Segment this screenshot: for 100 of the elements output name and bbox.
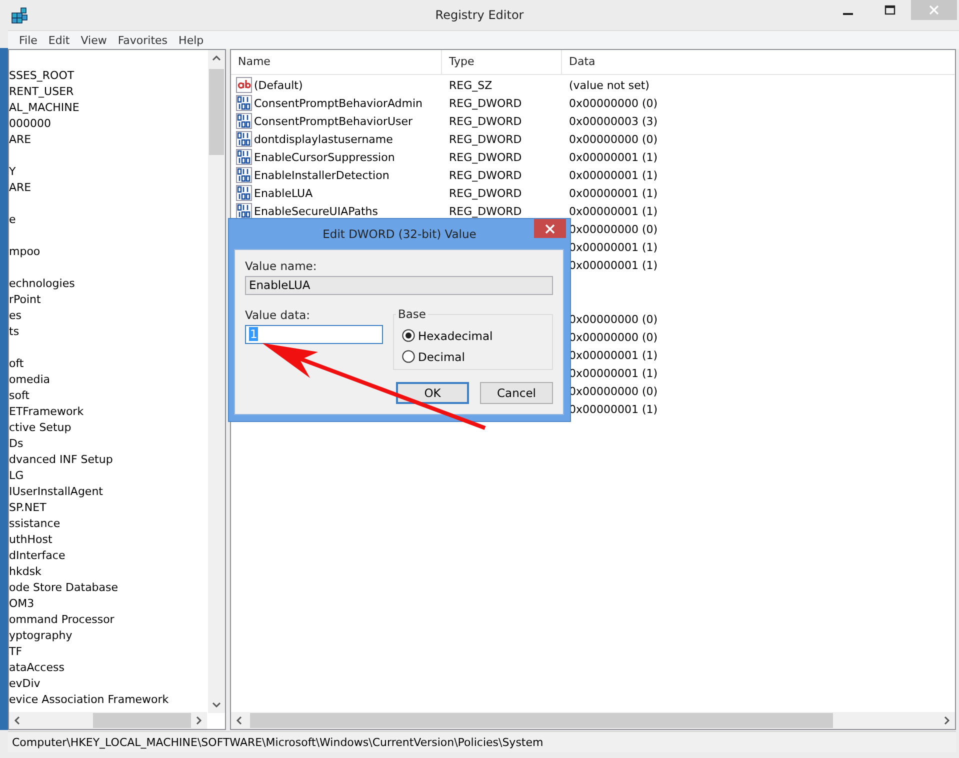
tree-item[interactable]: SSES_ROOT [9, 68, 207, 84]
tree-item[interactable]: ode Store Database [9, 580, 207, 596]
tree-item[interactable]: rPoint [9, 292, 207, 308]
tree-item[interactable]: IUserInstallAgent [9, 484, 207, 500]
radio-label[interactable]: Decimal [418, 350, 465, 364]
menu-item[interactable]: View [78, 34, 115, 46]
value-name[interactable]: EnableInstallerDetection [254, 168, 390, 182]
value-data: 0x00000000 (0) [569, 312, 658, 326]
tree-item[interactable]: ssistance [9, 516, 207, 532]
value-name[interactable]: (Default) [254, 78, 303, 92]
menu-item[interactable]: File [16, 34, 46, 46]
value-data: 0x00000001 (1) [569, 258, 658, 272]
column-header[interactable]: Name [231, 50, 442, 74]
tree-item[interactable]: uthHost [9, 532, 207, 548]
tree-item[interactable]: mpoo [9, 228, 207, 260]
dialog-button[interactable]: Cancel [480, 382, 553, 404]
value-data: 0x00000001 (1) [569, 204, 658, 218]
value-data: 0x00000001 (1) [569, 240, 658, 254]
vertical-scrollbar[interactable] [208, 50, 225, 713]
tree-item[interactable]: SP.NET [9, 500, 207, 516]
value-data: 0x00000003 (3) [569, 114, 658, 128]
tree-item[interactable]: ETFramework [9, 404, 207, 420]
binary-value-icon [236, 203, 252, 219]
scroll-thumb[interactable] [93, 713, 191, 728]
horizontal-scrollbar[interactable] [231, 712, 955, 729]
value-type: REG_DWORD [449, 186, 522, 200]
tree-item[interactable]: AL_MACHINE [9, 100, 207, 116]
column-header[interactable]: Data [562, 50, 955, 74]
tree-item[interactable]: Ds [9, 436, 207, 452]
value-name[interactable]: EnableCursorSuppression [254, 150, 395, 164]
value-data: 0x00000001 (1) [569, 168, 658, 182]
tree-item[interactable]: RENT_USER [9, 84, 207, 100]
dialog-title: Edit DWORD (32-bit) Value [322, 227, 476, 241]
tree-item[interactable]: echnologies [9, 260, 207, 292]
string-value-icon [236, 77, 252, 93]
tree-item[interactable]: dInterface [9, 548, 207, 564]
value-name[interactable]: dontdisplaylastusername [254, 132, 393, 146]
scroll-thumb[interactable] [209, 69, 224, 155]
tree-item[interactable]: ommand Processor [9, 612, 207, 628]
radio-button[interactable] [402, 329, 415, 342]
value-data: 0x00000001 (1) [569, 186, 658, 200]
value-data: 0x00000001 (1) [569, 402, 658, 416]
binary-value-icon [236, 131, 252, 147]
value-data: 0x00000001 (1) [569, 348, 658, 362]
tree-item[interactable]: es [9, 308, 207, 324]
tree-item[interactable]: ataAccess [9, 660, 207, 676]
tree-item[interactable]: TF [9, 644, 207, 660]
field-label: Value name: [245, 259, 318, 273]
tree-item[interactable]: LG [9, 468, 207, 484]
binary-value-icon [236, 113, 252, 129]
tree-item[interactable]: ts [9, 324, 207, 340]
tree-item[interactable]: soft [9, 388, 207, 404]
binary-value-icon [236, 167, 252, 183]
tree-item[interactable]: dvanced INF Setup [9, 452, 207, 468]
value-data: 0x00000001 (1) [569, 150, 658, 164]
menu-item[interactable]: Help [176, 34, 212, 46]
tree-item[interactable]: ctive Setup [9, 420, 207, 436]
value-data: 0x00000000 (0) [569, 132, 658, 146]
value-type: REG_DWORD [449, 150, 522, 164]
value-data: 0x00000000 (0) [569, 384, 658, 398]
binary-value-icon [236, 149, 252, 165]
tree-item[interactable]: evice Association Framework [9, 692, 207, 708]
tree-item[interactable]: evDiv [9, 676, 207, 692]
tree-item[interactable]: Y [9, 148, 207, 180]
tree-item[interactable]: OM3 [9, 596, 207, 612]
scroll-thumb[interactable] [250, 713, 833, 728]
radio-label[interactable]: Hexadecimal [418, 328, 493, 342]
radio-button[interactable] [402, 350, 415, 363]
tree-item[interactable]: hkdsk [9, 564, 207, 580]
value-name-field[interactable]: EnableLUA [245, 276, 553, 295]
value-name[interactable]: EnableSecureUIAPaths [254, 204, 378, 218]
menu-item[interactable]: Edit [45, 34, 78, 46]
value-type: REG_SZ [449, 78, 492, 92]
value-data: 0x00000001 (1) [569, 366, 658, 380]
tree-item[interactable]: ARE [9, 132, 207, 148]
group-label: Base [396, 307, 428, 321]
value-name[interactable]: ConsentPromptBehaviorAdmin [254, 96, 423, 110]
maximize-icon [884, 4, 896, 16]
binary-value-icon [236, 95, 252, 111]
tree-item[interactable]: oft [9, 340, 207, 372]
value-data: (value not set) [569, 78, 650, 92]
tree-item[interactable]: yptography [9, 628, 207, 644]
value-type: REG_DWORD [449, 96, 522, 110]
value-type: REG_DWORD [449, 132, 522, 146]
tree-item[interactable]: ARE [9, 180, 207, 196]
field-label: Value data: [245, 308, 312, 322]
value-name[interactable]: EnableLUA [254, 186, 313, 200]
registry-cubes-icon [11, 6, 29, 24]
binary-value-icon [236, 185, 252, 201]
tree-item[interactable]: 000000 [9, 116, 207, 132]
value-data: 0x00000000 (0) [569, 222, 658, 236]
column-header[interactable]: Type [442, 50, 562, 74]
window-title: Registry Editor [435, 8, 524, 22]
value-name[interactable]: ConsentPromptBehaviorUser [254, 114, 413, 128]
tree-item[interactable]: omedia [9, 372, 207, 388]
tree-item[interactable]: e [9, 196, 207, 228]
close-button[interactable] [534, 219, 566, 238]
horizontal-scrollbar[interactable] [9, 712, 207, 729]
dialog-button[interactable]: OK [396, 382, 469, 404]
menu-item[interactable]: Favorites [114, 34, 176, 46]
